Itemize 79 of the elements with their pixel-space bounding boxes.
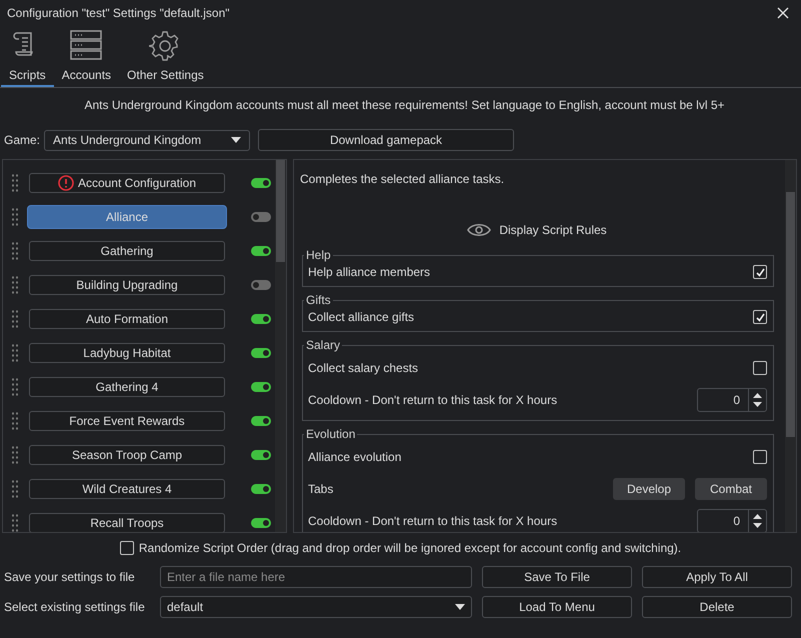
toggle-switch[interactable] (251, 212, 271, 222)
drag-handle[interactable] (11, 241, 19, 261)
load-button[interactable]: Load To Menu (482, 596, 632, 618)
game-dropdown[interactable]: Ants Underground Kingdom (44, 130, 250, 150)
checkbox-label: Randomize Script Order (drag and drop order will be ignored except for account config and switching). (138, 541, 682, 555)
checkbox[interactable] (753, 310, 767, 324)
close-icon[interactable] (777, 7, 789, 19)
eye-icon (467, 222, 492, 238)
toggle-switch[interactable] (251, 382, 271, 392)
caret-icon (455, 604, 465, 610)
group-title: Evolution (305, 427, 356, 441)
delete-button[interactable]: Delete (642, 596, 792, 618)
group-title: Gifts (305, 293, 332, 307)
script-button[interactable]: Gathering (29, 241, 225, 261)
group-title: Help (305, 248, 332, 262)
caret-icon (231, 137, 242, 143)
toggle-switch[interactable] (251, 178, 271, 188)
field-label: Save your settings to file (4, 570, 136, 584)
number-spinbox[interactable]: 0 (697, 509, 767, 532)
drag-handle[interactable] (11, 411, 19, 431)
download-button[interactable]: Download gamepack (258, 129, 514, 151)
script-button[interactable]: Account Configuration (29, 173, 225, 193)
drag-handle[interactable] (11, 343, 19, 363)
toggle-switch[interactable] (251, 280, 271, 290)
tab[interactable]: Accounts (54, 26, 120, 87)
script-button[interactable]: Building Upgrading (29, 275, 225, 295)
group-title: Salary (305, 338, 342, 352)
script-button[interactable]: Gathering 4 (29, 377, 225, 397)
toggle-switch[interactable] (251, 314, 271, 324)
tab-button[interactable]: Develop (613, 478, 685, 500)
tab[interactable]: Other Settings (119, 26, 212, 87)
drag-handle[interactable] (11, 479, 19, 499)
save-button[interactable]: Save To File (482, 566, 632, 588)
settings-dropdown[interactable]: default (160, 596, 472, 618)
toggle-switch[interactable] (251, 246, 271, 256)
script-button[interactable]: Season Troop Camp (29, 445, 225, 465)
drag-handle[interactable] (11, 309, 19, 329)
option-label: Help alliance members (308, 265, 430, 279)
description-text: Completes the selected alliance tasks. (300, 172, 506, 186)
tab[interactable]: Scripts (1, 26, 54, 87)
option-label: Tabs (308, 482, 334, 496)
checkbox[interactable] (753, 361, 767, 375)
drag-handle[interactable] (11, 275, 19, 295)
script-button[interactable]: Wild Creatures 4 (29, 479, 225, 499)
drag-handle[interactable] (11, 173, 19, 193)
script-button[interactable]: Auto Formation (29, 309, 225, 329)
tab-button[interactable]: Combat (695, 478, 767, 500)
script-button[interactable]: Recall Troops (29, 513, 225, 532)
drag-handle[interactable] (11, 207, 19, 227)
field-label: Select existing settings file (4, 600, 146, 614)
apply-button[interactable]: Apply To All (642, 566, 792, 588)
drag-handle[interactable] (11, 513, 19, 532)
option-label: Cooldown - Don't return to this task for X hours (308, 393, 558, 407)
server-icon (70, 30, 102, 62)
option-label: Collect salary chests (308, 361, 418, 375)
toggle-switch[interactable] (251, 450, 271, 460)
checkbox[interactable] (753, 265, 767, 279)
toggle-switch[interactable] (251, 416, 271, 426)
toggle-switch[interactable] (251, 484, 271, 494)
window-title: Configuration "test" Settings "default.json" (7, 6, 230, 20)
drag-handle[interactable] (11, 445, 19, 465)
toggle-switch[interactable] (251, 348, 271, 358)
notice-text: Ants Underground Kingdom accounts must all meet these requirements! Set language to English, account must be lvl 5+ (83, 97, 726, 114)
script-button[interactable]: Ladybug Habitat (29, 343, 225, 363)
script-button[interactable]: Alliance (27, 205, 227, 229)
file-name-input[interactable]: Enter a file name here (160, 566, 472, 588)
number-spinbox[interactable]: 0 (697, 388, 767, 412)
option-label: Collect alliance gifts (308, 310, 414, 324)
option-label: Cooldown - Don't return to this task for X hours (308, 514, 558, 528)
drag-handle[interactable] (11, 377, 19, 397)
display-rules-button[interactable]: Display Script Rules (467, 222, 607, 238)
scrollbar-thumb[interactable] (786, 192, 795, 437)
toggle-switch[interactable] (251, 518, 271, 528)
checkbox[interactable] (120, 541, 134, 555)
option-label: Alliance evolution (308, 450, 402, 464)
script-button[interactable]: Force Event Rewards (29, 411, 225, 431)
field-label: Game: (4, 133, 40, 147)
checkbox[interactable] (753, 450, 767, 464)
scrollbar-thumb[interactable] (276, 160, 285, 262)
